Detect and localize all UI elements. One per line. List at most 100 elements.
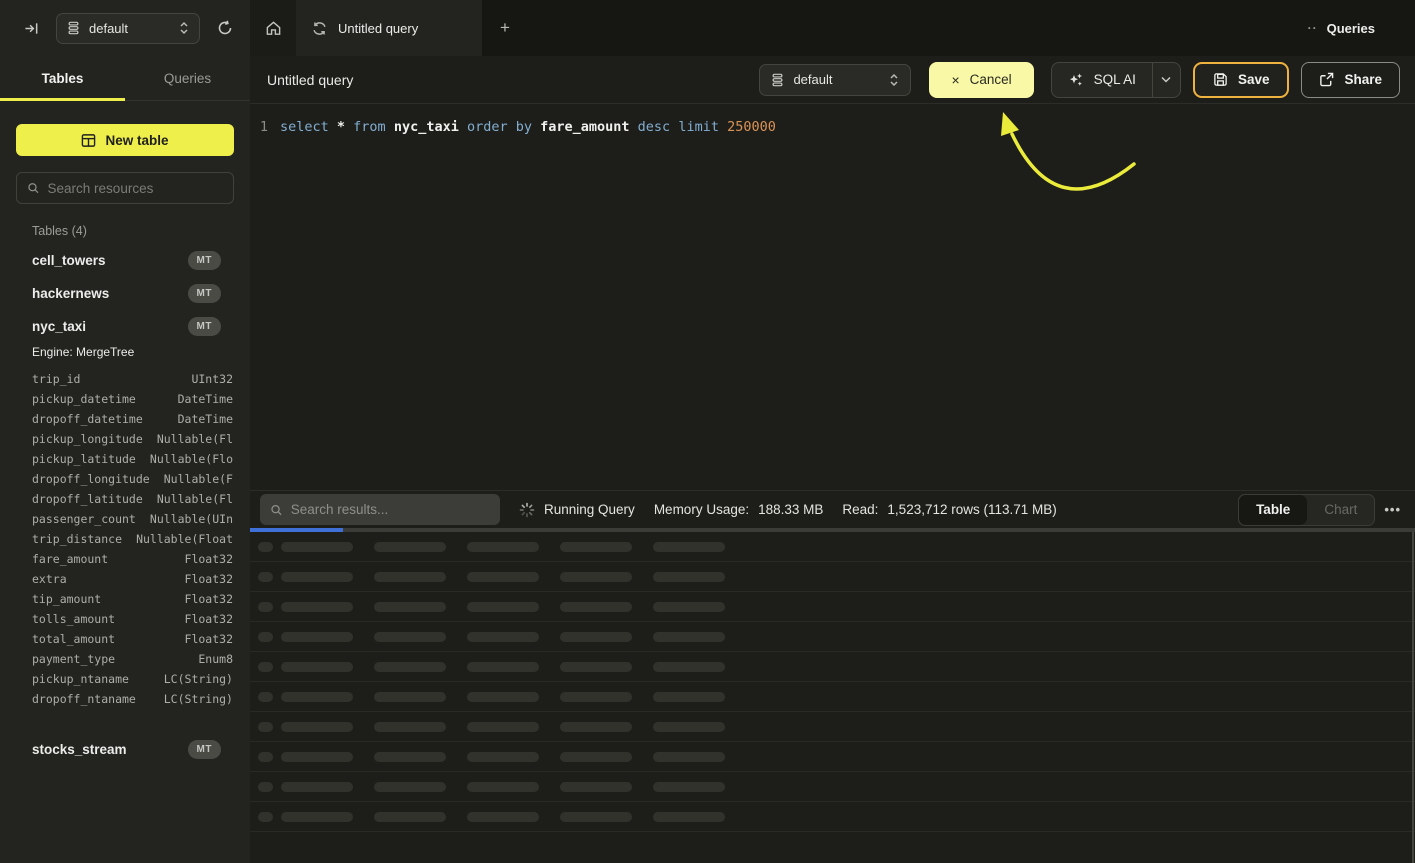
sparkles-ai-icon <box>1068 72 1084 88</box>
skeleton-cell <box>467 692 539 702</box>
search-resources-input[interactable] <box>48 181 223 196</box>
column-name: extra <box>32 572 67 586</box>
resources-list: Tables (4) cell_towersMThackernewsMTnyc_… <box>0 204 250 863</box>
view-toggle-chart[interactable]: Chart <box>1307 495 1374 525</box>
skeleton-row <box>250 652 1415 682</box>
skeleton-cell <box>258 782 273 792</box>
skeleton-cell <box>374 572 446 582</box>
sql-token: desc <box>638 119 679 135</box>
skeleton-cell <box>258 542 273 552</box>
skeleton-cell <box>467 722 539 732</box>
skeleton-cell <box>281 722 353 732</box>
results-toolbar: Running Query Memory Usage: 188.33 MB Re… <box>250 490 1415 528</box>
column-name: tolls_amount <box>32 612 115 626</box>
column-row: dropoff_ntanameLC(String) <box>32 689 233 709</box>
clickhouse-sql-console: default Untitled query + ·· Queries <box>0 0 1415 863</box>
column-type: UInt32 <box>191 372 233 386</box>
cancel-button[interactable]: × Cancel <box>929 62 1033 98</box>
close-icon: × <box>951 72 959 88</box>
share-label: Share <box>1344 72 1382 87</box>
new-table-button[interactable]: New table <box>16 124 234 156</box>
skeleton-row <box>250 592 1415 622</box>
column-name: pickup_ntaname <box>32 672 129 686</box>
table-engine-badge: MT <box>188 317 221 336</box>
skeleton-cell <box>281 602 353 612</box>
collapse-sidebar-button[interactable] <box>18 15 44 41</box>
sql-ai-dropdown[interactable] <box>1152 63 1180 97</box>
table-item-hackernews[interactable]: hackernewsMT <box>0 277 250 310</box>
column-name: payment_type <box>32 652 115 666</box>
more-options-button[interactable]: ••• <box>1384 502 1401 517</box>
skeleton-cell <box>258 662 273 672</box>
skeleton-cell <box>374 632 446 642</box>
column-type: DateTime <box>178 412 233 426</box>
sidebar-tab-tables[interactable]: Tables <box>0 56 125 100</box>
memory-usage: Memory Usage: 188.33 MB <box>654 502 824 517</box>
topbar-database-selector[interactable]: default <box>56 13 200 44</box>
skeleton-cell <box>560 722 632 732</box>
column-type: Nullable(F <box>164 472 233 486</box>
database-icon <box>771 73 784 87</box>
skeleton-cell <box>560 572 632 582</box>
column-row: pickup_ntaname LC(String) <box>32 669 233 689</box>
skeleton-cell <box>258 692 273 702</box>
tab-title: Untitled query <box>338 21 418 36</box>
share-button[interactable]: Share <box>1301 62 1400 98</box>
view-toggle-table[interactable]: Table <box>1239 495 1307 525</box>
queries-label: Queries <box>1327 21 1375 36</box>
skeleton-cell <box>653 752 725 762</box>
new-tab-button[interactable]: + <box>482 0 528 56</box>
skeleton-cell <box>281 632 353 642</box>
skeleton-cell <box>281 752 353 762</box>
home-button[interactable] <box>250 0 296 56</box>
header-database-selector[interactable]: default <box>759 64 911 96</box>
skeleton-row <box>250 802 1415 832</box>
search-icon <box>270 503 283 517</box>
skeleton-cell <box>467 572 539 582</box>
refresh-button[interactable] <box>212 15 238 41</box>
chevron-up-down-icon <box>889 73 899 87</box>
skeleton-cell <box>374 812 446 822</box>
column-type: DateTime <box>178 392 233 406</box>
results-scrollbar[interactable] <box>1412 532 1414 863</box>
save-button[interactable]: Save <box>1193 62 1290 98</box>
column-name: trip_distance <box>32 532 122 546</box>
cancel-label: Cancel <box>970 72 1012 87</box>
column-row: trip_idUInt32 <box>32 369 233 389</box>
search-results-input[interactable] <box>291 502 490 517</box>
column-type: Float32 <box>185 612 233 626</box>
sql-ai-button[interactable]: SQL AI <box>1051 62 1181 98</box>
skeleton-cell <box>467 542 539 552</box>
read-value: 1,523,712 rows (113.71 MB) <box>887 502 1056 517</box>
column-row: trip_distanceNullable(Float <box>32 529 233 549</box>
sidebar-tab-queries[interactable]: Queries <box>125 56 250 100</box>
column-type: Float32 <box>185 572 233 586</box>
read-label: Read: <box>842 502 878 517</box>
topbar-database-value: default <box>89 21 128 36</box>
skeleton-cell <box>258 632 273 642</box>
skeleton-cell <box>374 662 446 672</box>
column-type: Nullable(Flo <box>150 452 233 466</box>
skeleton-cell <box>467 632 539 642</box>
skeleton-cell <box>560 782 632 792</box>
table-item-cell_towers[interactable]: cell_towersMT <box>0 244 250 277</box>
skeleton-cell <box>653 572 725 582</box>
column-type: LC(String) <box>164 672 233 686</box>
column-name: dropoff_ntaname <box>32 692 136 706</box>
search-resources-box <box>16 172 234 204</box>
tab-untitled-query[interactable]: Untitled query <box>296 0 482 56</box>
sql-ai-main[interactable]: SQL AI <box>1052 63 1152 97</box>
column-name: total_amount <box>32 632 115 646</box>
table-item-stocks_stream[interactable]: stocks_streamMT <box>0 733 250 766</box>
table-item-nyc_taxi[interactable]: nyc_taxiMT <box>0 310 250 343</box>
skeleton-cell <box>281 572 353 582</box>
queries-link[interactable]: ·· Queries <box>1308 21 1375 36</box>
skeleton-cell <box>258 752 273 762</box>
skeleton-row <box>250 532 1415 562</box>
queries-dots-icon: ·· <box>1308 21 1318 35</box>
sql-editor[interactable]: 1 select * from nyc_taxi order by fare_a… <box>250 104 1415 490</box>
query-title: Untitled query <box>267 72 759 88</box>
skeleton-cell <box>653 602 725 612</box>
results-area <box>250 532 1415 863</box>
results-skeleton <box>250 532 1415 832</box>
